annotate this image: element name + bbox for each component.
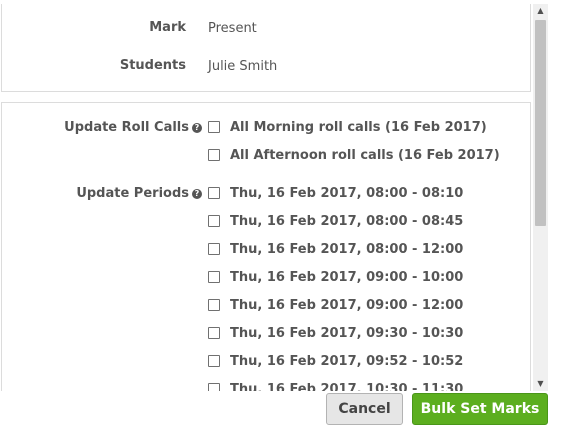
- period-checkbox[interactable]: [208, 327, 220, 339]
- students-label: Students: [119, 58, 186, 73]
- period-row[interactable]: Thu, 16 Feb 2017, 09:30 - 10:30: [208, 324, 463, 342]
- scroll-up-arrow-icon[interactable]: ▲: [533, 4, 548, 18]
- period-checkbox[interactable]: [208, 187, 220, 199]
- period-label[interactable]: Thu, 16 Feb 2017, 10:30 - 11:30: [230, 382, 463, 392]
- period-label[interactable]: Thu, 16 Feb 2017, 09:30 - 10:30: [230, 326, 463, 341]
- bulk-set-marks-dialog: Mark Present Students Julie Smith Update…: [0, 0, 561, 433]
- roll-call-label[interactable]: All Afternoon roll calls (16 Feb 2017): [230, 148, 500, 163]
- period-row[interactable]: Thu, 16 Feb 2017, 08:00 - 12:00: [208, 240, 463, 258]
- period-row[interactable]: Thu, 16 Feb 2017, 09:00 - 10:00: [208, 268, 463, 286]
- update-roll-calls-text: Update Roll Calls: [64, 120, 189, 135]
- cancel-button[interactable]: Cancel: [326, 393, 403, 425]
- period-checkbox[interactable]: [208, 271, 220, 283]
- period-label[interactable]: Thu, 16 Feb 2017, 09:52 - 10:52: [230, 354, 463, 369]
- summary-panel: Mark Present Students Julie Smith: [1, 4, 531, 92]
- update-roll-calls-label: Update Roll Calls?: [64, 120, 202, 135]
- mark-label: Mark: [149, 20, 186, 35]
- period-row[interactable]: Thu, 16 Feb 2017, 09:52 - 10:52: [208, 352, 463, 370]
- roll-call-row[interactable]: All Afternoon roll calls (16 Feb 2017): [208, 146, 500, 164]
- period-label[interactable]: Thu, 16 Feb 2017, 08:00 - 12:00: [230, 242, 463, 257]
- period-row[interactable]: Thu, 16 Feb 2017, 08:00 - 08:10: [208, 184, 463, 202]
- period-checkbox[interactable]: [208, 243, 220, 255]
- update-periods-label: Update Periods?: [76, 186, 202, 201]
- scroll-down-arrow-icon[interactable]: ▼: [533, 377, 548, 391]
- period-label[interactable]: Thu, 16 Feb 2017, 09:00 - 10:00: [230, 270, 463, 285]
- period-label[interactable]: Thu, 16 Feb 2017, 08:00 - 08:10: [230, 186, 463, 201]
- period-row[interactable]: Thu, 16 Feb 2017, 10:30 - 11:30: [208, 380, 463, 391]
- roll-call-row[interactable]: All Morning roll calls (16 Feb 2017): [208, 118, 487, 136]
- vertical-scrollbar[interactable]: ▲ ▼: [533, 4, 548, 391]
- roll-call-checkbox[interactable]: [208, 121, 220, 133]
- period-checkbox[interactable]: [208, 383, 220, 391]
- roll-call-checkbox[interactable]: [208, 149, 220, 161]
- period-checkbox[interactable]: [208, 215, 220, 227]
- period-row[interactable]: Thu, 16 Feb 2017, 09:00 - 12:00: [208, 296, 463, 314]
- period-checkbox[interactable]: [208, 355, 220, 367]
- period-label[interactable]: Thu, 16 Feb 2017, 09:00 - 12:00: [230, 298, 463, 313]
- students-value: Julie Smith: [208, 59, 278, 74]
- period-label[interactable]: Thu, 16 Feb 2017, 08:00 - 08:45: [230, 214, 463, 229]
- mark-value: Present: [208, 21, 257, 36]
- update-periods-text: Update Periods: [76, 186, 189, 201]
- scrollbar-thumb[interactable]: [535, 20, 546, 226]
- question-circle-icon[interactable]: ?: [192, 123, 202, 133]
- period-row[interactable]: Thu, 16 Feb 2017, 08:00 - 08:45: [208, 212, 463, 230]
- dialog-footer: Cancel Bulk Set Marks: [0, 391, 561, 433]
- dialog-body[interactable]: Mark Present Students Julie Smith Update…: [0, 0, 533, 391]
- period-checkbox[interactable]: [208, 299, 220, 311]
- question-circle-icon[interactable]: ?: [192, 189, 202, 199]
- bulk-set-marks-button[interactable]: Bulk Set Marks: [412, 393, 548, 425]
- roll-call-label[interactable]: All Morning roll calls (16 Feb 2017): [230, 120, 487, 135]
- update-panel: Update Roll Calls? All Morning roll call…: [1, 102, 531, 391]
